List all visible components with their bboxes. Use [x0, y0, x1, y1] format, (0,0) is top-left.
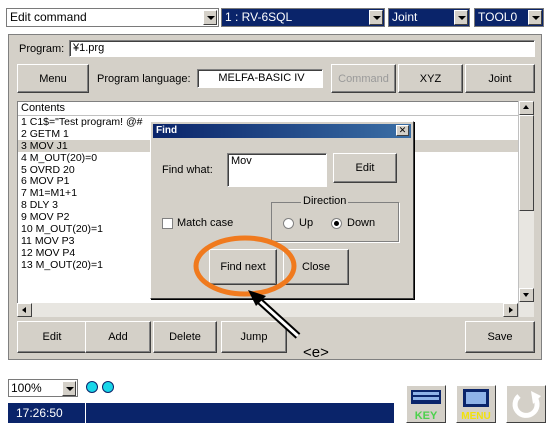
menu-icon-button[interactable]: MENU: [456, 385, 496, 423]
annotation-label: <e>: [303, 344, 329, 361]
back-arrow-icon: [512, 391, 541, 418]
chevron-down-icon[interactable]: [62, 381, 76, 396]
keyboard-button[interactable]: KEY: [406, 385, 446, 423]
status-bar: 17:26:50: [8, 403, 394, 423]
keyboard-icon: KEY: [411, 390, 441, 422]
zoom-select[interactable]: 100%: [8, 379, 78, 397]
status-light-icon: [102, 381, 114, 393]
back-button[interactable]: [506, 385, 546, 423]
key-icon-text: KEY: [415, 410, 438, 422]
zoom-value: 100%: [11, 381, 42, 395]
annotation-overlay: [193, 235, 301, 339]
clock: 17:26:50: [8, 403, 86, 423]
status-light-icon: [86, 381, 98, 393]
menu-grid-icon: MENU: [461, 389, 491, 422]
menu-icon-text: MENU: [461, 411, 490, 422]
highlight-ellipse: [193, 235, 297, 297]
